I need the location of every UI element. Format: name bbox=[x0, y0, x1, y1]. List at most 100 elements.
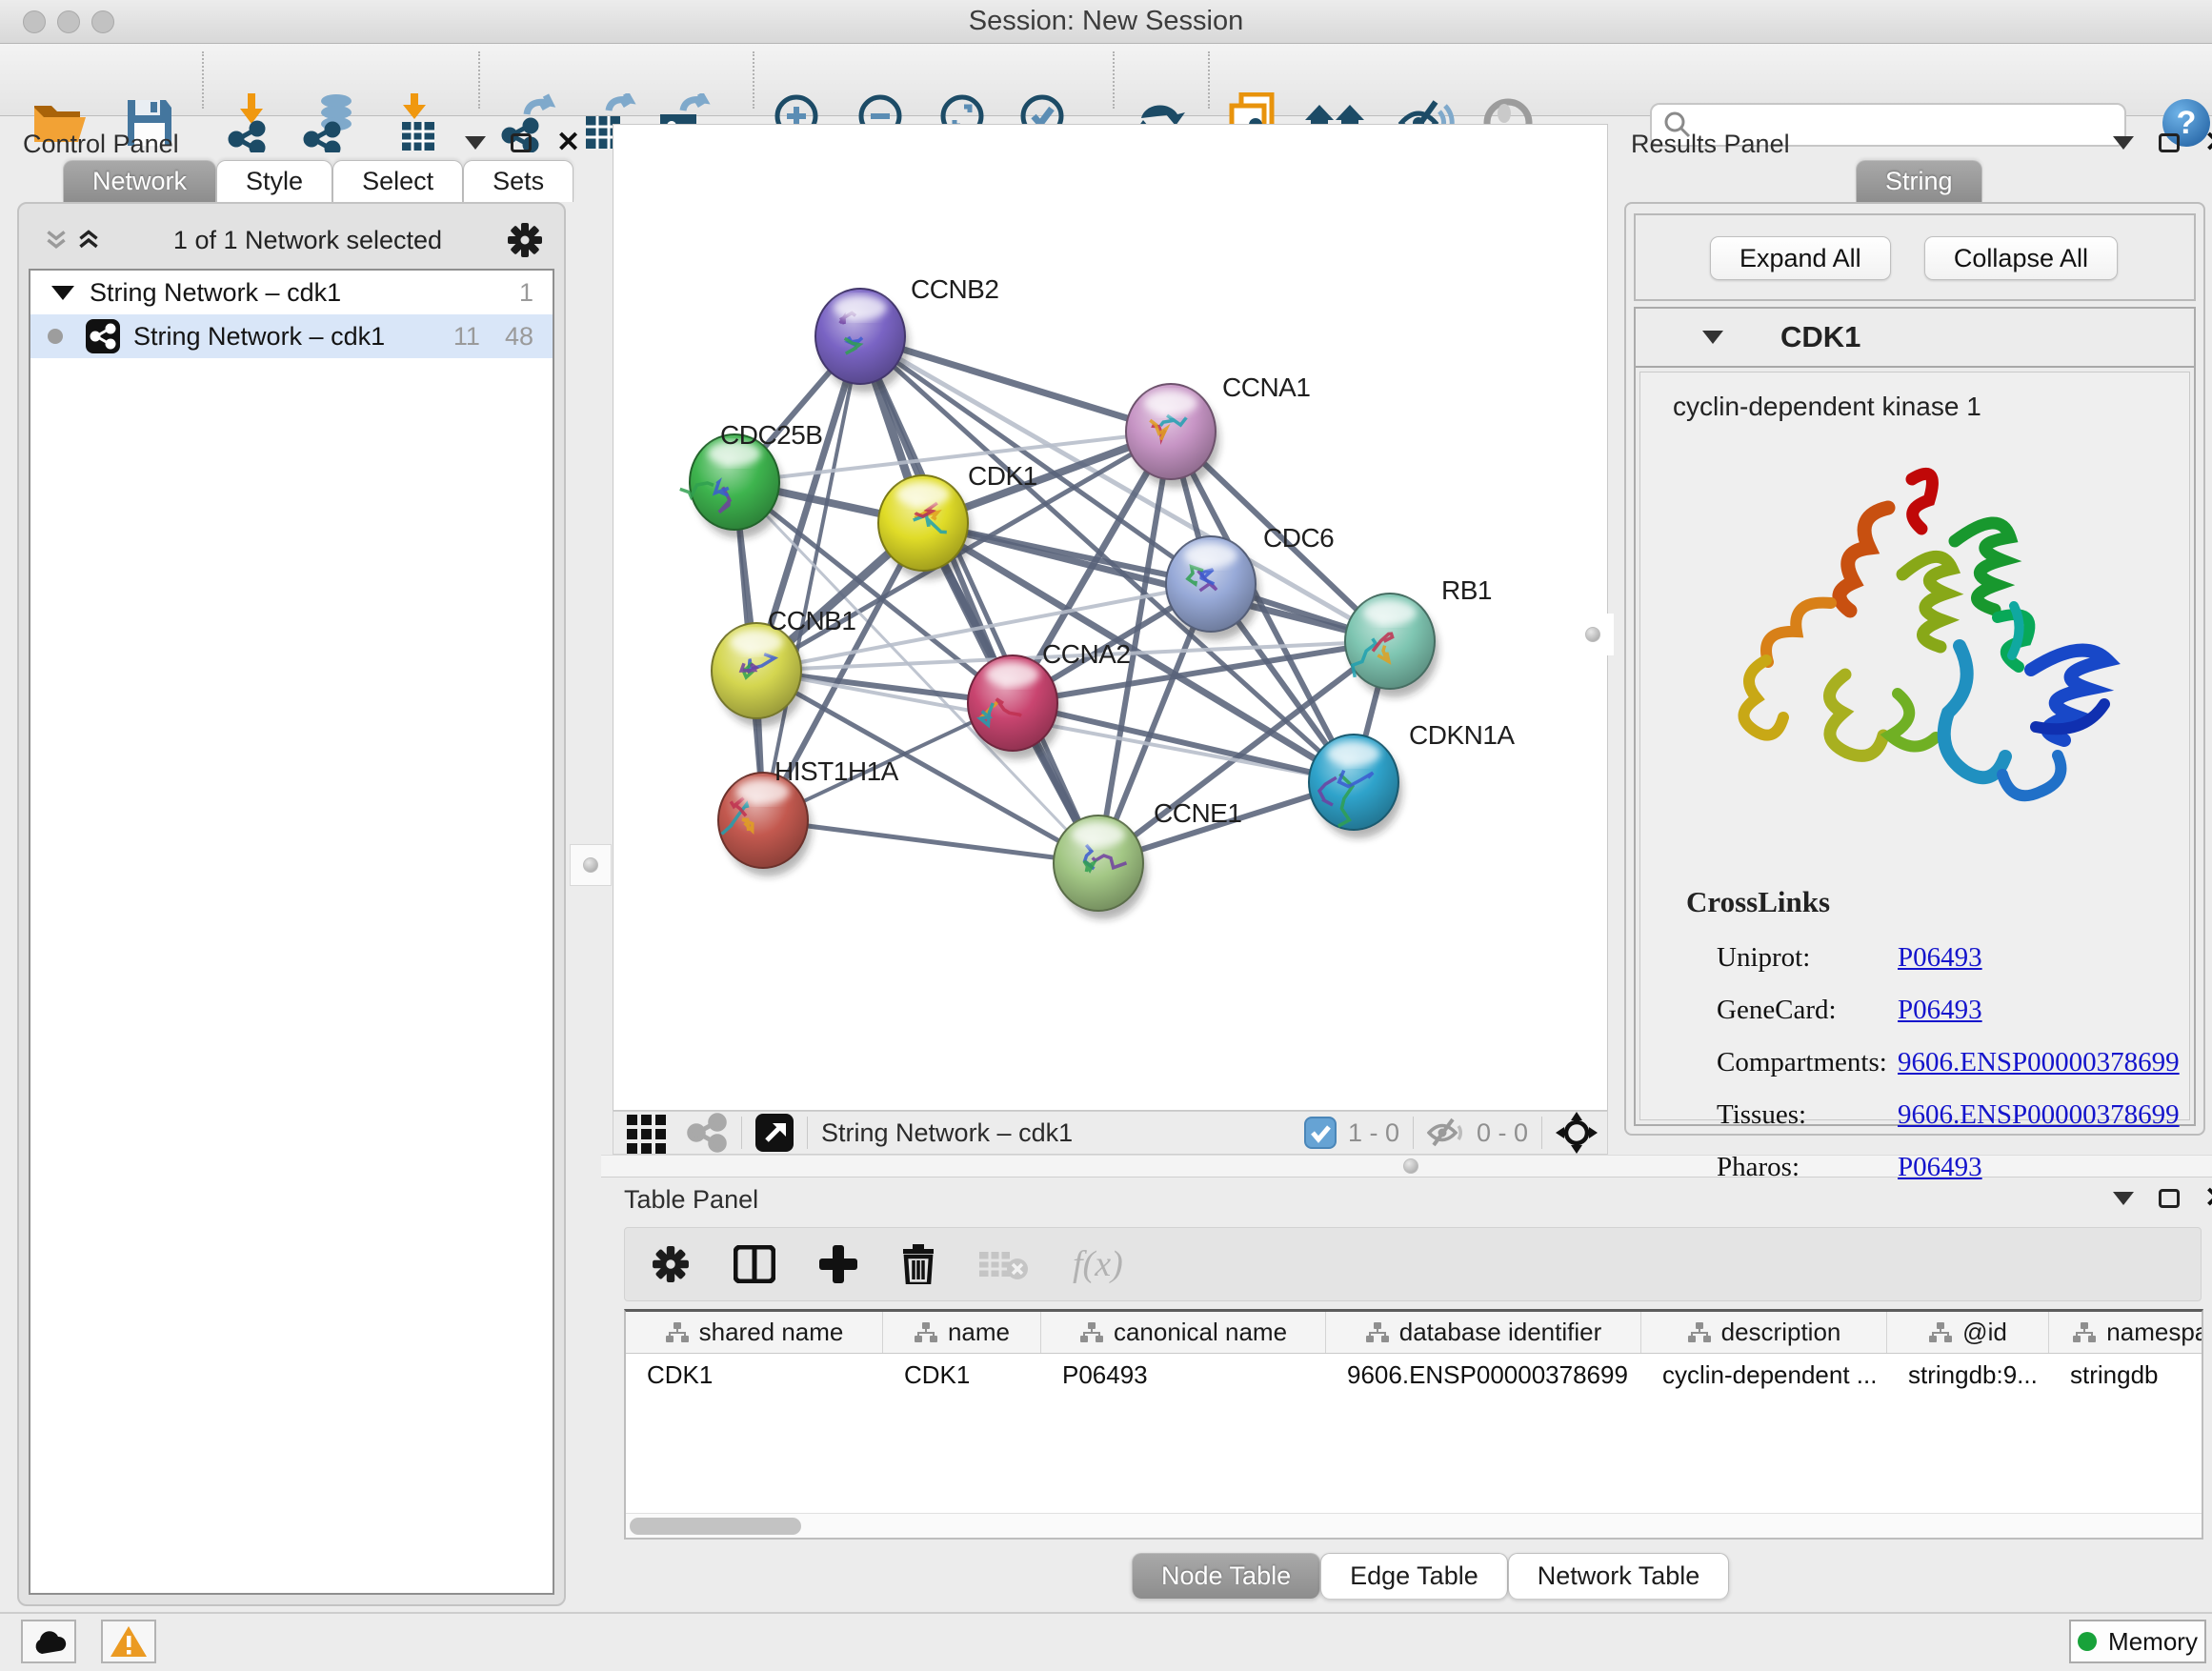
network-canvas[interactable]: CCNB2CCNA1CDC25BCDK1CDC6RB1CCNB1CCNA2CDK… bbox=[613, 124, 1608, 1111]
birds-eye-grid-icon[interactable] bbox=[625, 1111, 669, 1155]
table-cell[interactable]: cyclin-dependent ... bbox=[1641, 1354, 1887, 1396]
open-in-new-window-icon[interactable] bbox=[755, 1114, 794, 1152]
column-header-namespace[interactable]: namespace bbox=[2049, 1312, 2203, 1353]
network-node-CDK1[interactable] bbox=[878, 475, 972, 579]
collapse-all-button[interactable]: Collapse All bbox=[1924, 236, 2118, 280]
function-builder-button: f(x) bbox=[1073, 1243, 1123, 1285]
network-node-CDC25B[interactable] bbox=[680, 434, 783, 538]
network-node-CCNE1[interactable] bbox=[1054, 815, 1147, 919]
control-panel-float-button[interactable] bbox=[511, 133, 532, 152]
crosslink-link[interactable]: P06493 bbox=[1898, 942, 1982, 974]
edge-count: 48 bbox=[505, 322, 533, 352]
network-node-HIST1H1A[interactable] bbox=[718, 773, 812, 876]
tab-node-table[interactable]: Node Table bbox=[1132, 1553, 1320, 1599]
gene-description: cyclin-dependent kinase 1 bbox=[1673, 392, 2189, 422]
network-collection-row[interactable]: String Network – cdk1 1 bbox=[30, 271, 553, 314]
column-header-name[interactable]: name bbox=[883, 1312, 1041, 1353]
add-column-plus-icon[interactable] bbox=[819, 1245, 857, 1283]
tab-network-table[interactable]: Network Table bbox=[1508, 1553, 1730, 1599]
sort-column-icon[interactable] bbox=[665, 1321, 690, 1344]
maximize-window-button[interactable] bbox=[91, 10, 114, 33]
crosslink-link[interactable]: 9606.ENSP00000378699 bbox=[1898, 1099, 2180, 1131]
table-settings-gear-icon[interactable] bbox=[652, 1245, 690, 1283]
tab-style[interactable]: Style bbox=[216, 160, 332, 202]
crosslink-link[interactable]: P06493 bbox=[1898, 995, 1982, 1026]
sort-column-icon[interactable] bbox=[1928, 1321, 1953, 1344]
results-panel-menu-caret[interactable] bbox=[2113, 136, 2134, 150]
delete-column-trash-icon[interactable] bbox=[901, 1244, 935, 1284]
sort-column-icon[interactable] bbox=[1687, 1321, 1712, 1344]
fit-crosshair-icon[interactable] bbox=[1556, 1112, 1598, 1154]
close-window-button[interactable] bbox=[23, 10, 46, 33]
window-titlebar: Session: New Session bbox=[0, 0, 2212, 44]
table-cell[interactable]: CDK1 bbox=[626, 1354, 883, 1396]
crosslink-link[interactable]: 9606.ENSP00000378699 bbox=[1898, 1047, 2180, 1078]
table-cell[interactable]: 9606.ENSP00000378699 bbox=[1326, 1354, 1641, 1396]
network-node-CCNB2[interactable] bbox=[815, 289, 909, 393]
minimize-window-button[interactable] bbox=[57, 10, 80, 33]
tab-edge-table[interactable]: Edge Table bbox=[1320, 1553, 1508, 1599]
import-table-button[interactable] bbox=[385, 91, 452, 154]
gene-content: cyclin-dependent kinase 1 bbox=[1639, 372, 2190, 1120]
node-table[interactable]: shared name name canonical namedatabase id… bbox=[624, 1309, 2203, 1540]
sort-column-icon[interactable] bbox=[914, 1321, 938, 1344]
column-header-description[interactable]: description bbox=[1641, 1312, 1887, 1353]
table-cell[interactable]: stringdb:9... bbox=[1887, 1354, 2049, 1396]
left-splitter-handle[interactable] bbox=[570, 844, 612, 886]
table-cell[interactable]: P06493 bbox=[1041, 1354, 1326, 1396]
tree-expand-caret[interactable] bbox=[51, 286, 74, 300]
network-node-CCNA1[interactable] bbox=[1126, 384, 1219, 488]
crosslink-link[interactable]: P06493 bbox=[1898, 1152, 1982, 1183]
results-panel-float-button[interactable] bbox=[2159, 133, 2180, 152]
table-cell[interactable]: stringdb bbox=[2049, 1354, 2203, 1396]
expand-all-icon[interactable] bbox=[76, 229, 101, 252]
window-title: Session: New Session bbox=[969, 6, 1244, 37]
column-header-shared-name[interactable]: shared name bbox=[626, 1312, 883, 1353]
network-node-CCNA2[interactable] bbox=[968, 655, 1061, 759]
table-horizontal-scrollbar[interactable] bbox=[626, 1513, 2202, 1538]
gene-header[interactable]: CDK1 bbox=[1636, 309, 2194, 368]
network-options-gear-icon[interactable] bbox=[507, 222, 543, 258]
expand-all-button[interactable]: Expand All bbox=[1710, 236, 1891, 280]
network-edge[interactable] bbox=[763, 820, 1098, 863]
gene-collapse-caret[interactable] bbox=[1702, 331, 1723, 344]
table-cell[interactable]: CDK1 bbox=[883, 1354, 1041, 1396]
warnings-button[interactable] bbox=[101, 1620, 156, 1663]
control-panel-menu-caret[interactable] bbox=[465, 136, 486, 150]
show-columns-icon[interactable] bbox=[734, 1245, 775, 1283]
sort-column-icon[interactable] bbox=[1365, 1321, 1390, 1344]
table-row[interactable]: CDK1CDK1P064939606.ENSP00000378699cyclin… bbox=[626, 1354, 2202, 1396]
tab-select[interactable]: Select bbox=[332, 160, 463, 202]
node-label-CCNA2: CCNA2 bbox=[1042, 639, 1130, 669]
import-database-button[interactable] bbox=[297, 91, 364, 154]
memory-button[interactable]: Memory bbox=[2069, 1620, 2206, 1663]
tab-sets[interactable]: Sets bbox=[463, 160, 573, 202]
scrollbar-thumb[interactable] bbox=[630, 1518, 801, 1535]
results-panel-close-button[interactable]: ✕ bbox=[2204, 133, 2212, 152]
column-header-database-identifier[interactable]: database identifier bbox=[1326, 1312, 1641, 1353]
sort-column-icon[interactable] bbox=[1079, 1321, 1104, 1344]
column-header-@id[interactable]: @id bbox=[1887, 1312, 2049, 1353]
column-header-canonical-name[interactable]: canonical name bbox=[1041, 1312, 1326, 1353]
sort-column-icon[interactable] bbox=[2072, 1321, 2097, 1344]
collapse-all-icon[interactable] bbox=[44, 229, 69, 252]
network-share-gray-icon[interactable] bbox=[686, 1112, 728, 1154]
network-edge[interactable] bbox=[763, 336, 860, 820]
table-panel-float-button[interactable] bbox=[2159, 1189, 2180, 1208]
right-splitter-handle[interactable] bbox=[1572, 614, 1614, 655]
import-network-button[interactable] bbox=[221, 91, 288, 154]
tab-string[interactable]: String bbox=[1856, 160, 1982, 202]
tab-network[interactable]: Network bbox=[63, 160, 216, 202]
selected-checkbox-icon[interactable] bbox=[1304, 1117, 1337, 1149]
network-row[interactable]: String Network – cdk1 11 48 bbox=[30, 314, 553, 358]
table-panel-close-button[interactable]: ✕ bbox=[2204, 1189, 2212, 1208]
cloud-button[interactable] bbox=[21, 1620, 76, 1663]
network-node-CDKN1A[interactable] bbox=[1309, 735, 1402, 838]
control-panel-body: 1 of 1 Network selected String Network –… bbox=[17, 202, 566, 1606]
column-label: name bbox=[948, 1318, 1010, 1347]
network-status-dot bbox=[48, 329, 63, 344]
control-panel-close-button[interactable]: ✕ bbox=[556, 133, 580, 152]
table-panel-menu-caret[interactable] bbox=[2113, 1192, 2134, 1205]
network-view-title: String Network – cdk1 bbox=[821, 1118, 1073, 1148]
network-node-RB1[interactable] bbox=[1345, 594, 1438, 697]
